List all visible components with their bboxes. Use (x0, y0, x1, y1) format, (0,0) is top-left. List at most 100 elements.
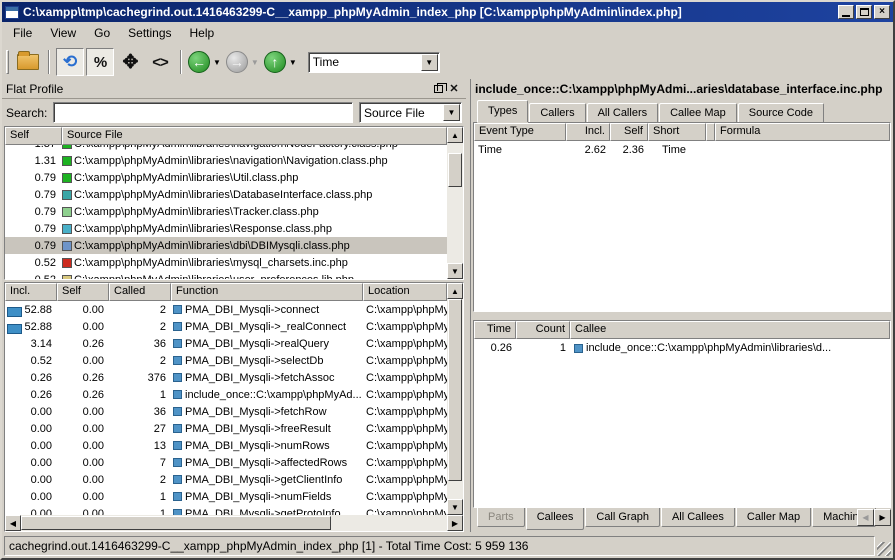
menu-settings[interactable]: Settings (119, 23, 180, 43)
self-cell: 0.00 (57, 491, 109, 503)
open-file-button[interactable] (14, 48, 42, 76)
called-cell: 13 (109, 440, 171, 452)
function-row[interactable]: 0.000.002PMA_DBI_Mysqli->getClientInfoC:… (5, 471, 447, 488)
back-dropdown-arrow-icon[interactable]: ▼ (213, 58, 221, 67)
function-row[interactable]: 0.000.0027PMA_DBI_Mysqli->freeResultC:\x… (5, 420, 447, 437)
scroll-up-icon[interactable]: ▲ (447, 127, 463, 143)
relative-to-parent-button[interactable]: ✥ (116, 48, 144, 76)
function-icon (173, 424, 182, 433)
scrollbar-thumb[interactable] (448, 299, 462, 481)
tab-all-callees[interactable]: All Callees (661, 508, 735, 527)
callee-row[interactable]: 0.26 1 include_once::C:\xampp\phpMyAdmin… (474, 339, 890, 357)
function-table-hscrollbar[interactable]: ◀ ▶ (5, 515, 463, 531)
function-row[interactable]: 0.000.001PMA_DBI_Mysqli->getProtoInfoC:\… (5, 505, 447, 515)
tab-caller-map[interactable]: Caller Map (736, 508, 811, 527)
toolbar-handle[interactable] (6, 50, 9, 74)
column-header-called[interactable]: Called (109, 283, 171, 301)
up-button[interactable]: ↑ (264, 51, 286, 73)
source-file-row[interactable]: 0.52C:\xampp\phpMyAdmin\libraries\mysql_… (5, 254, 447, 271)
scrollbar-track[interactable] (447, 187, 463, 263)
column-header-incl[interactable]: Incl. (566, 123, 610, 141)
function-row[interactable]: 3.140.2636PMA_DBI_Mysqli->realQueryC:\xa… (5, 335, 447, 352)
source-file-row[interactable]: 0.79C:\xampp\phpMyAdmin\libraries\Tracke… (5, 203, 447, 220)
column-header-callee[interactable]: Callee (570, 321, 890, 339)
chevron-down-icon[interactable]: ▼ (421, 54, 438, 71)
file-path: C:\xampp\phpMyAdmin\libraries\Tracker.cl… (74, 206, 319, 218)
source-file-row[interactable]: 1.37C:\xampp\phpMyAdmin\libraries\naviga… (5, 145, 447, 152)
function-row[interactable]: 0.000.007PMA_DBI_Mysqli->affectedRowsC:\… (5, 454, 447, 471)
column-header-function[interactable]: Function (171, 283, 363, 301)
minimize-button[interactable] (838, 5, 854, 19)
scrollbar-thumb[interactable] (448, 153, 462, 187)
function-row[interactable]: 0.000.0013PMA_DBI_Mysqli->numRowsC:\xamp… (5, 437, 447, 454)
function-table-vscrollbar[interactable]: ▲ ▼ (447, 283, 463, 515)
source-file-row[interactable]: 0.79C:\xampp\phpMyAdmin\libraries\Respon… (5, 220, 447, 237)
source-file-row[interactable]: 0.79C:\xampp\phpMyAdmin\libraries\Util.c… (5, 169, 447, 186)
back-button[interactable]: ← (188, 51, 210, 73)
tab-call-graph[interactable]: Call Graph (585, 508, 660, 527)
column-header-self[interactable]: Self (610, 123, 648, 141)
function-row[interactable]: 0.260.26376PMA_DBI_Mysqli->fetchAssocC:\… (5, 369, 447, 386)
function-row[interactable]: 52.880.002PMA_DBI_Mysqli->connectC:\xamp… (5, 301, 447, 318)
column-header-location[interactable]: Location (363, 283, 447, 301)
column-header-self[interactable]: Self (5, 127, 62, 145)
scrollbar-thumb[interactable] (21, 516, 331, 530)
function-row[interactable]: 0.520.002PMA_DBI_Mysqli->selectDbC:\xamp… (5, 352, 447, 369)
function-row[interactable]: 52.880.002PMA_DBI_Mysqli->_realConnectC:… (5, 318, 447, 335)
types-table-row[interactable]: Time 2.62 2.36 Time (474, 141, 890, 159)
column-header-formula[interactable]: Formula (715, 123, 890, 141)
maximize-button[interactable] (856, 5, 872, 19)
resize-grip-icon[interactable] (877, 542, 891, 556)
cycle-detection-button[interactable]: <> (146, 48, 174, 76)
tab-callee-map[interactable]: Callee Map (659, 103, 737, 122)
relative-percent-button[interactable]: % (86, 48, 114, 76)
scroll-down-icon[interactable]: ▼ (447, 499, 463, 515)
scroll-up-icon[interactable]: ▲ (447, 283, 463, 299)
search-input[interactable] (53, 102, 353, 123)
menu-go[interactable]: Go (85, 23, 119, 43)
menu-view[interactable]: View (41, 23, 85, 43)
self-cost-cell: 0.52 (5, 257, 62, 269)
count-cell: 1 (516, 342, 570, 354)
scrollbar-track[interactable] (331, 515, 447, 531)
group-by-select[interactable]: Source File ▼ (359, 102, 462, 123)
function-row[interactable]: 0.000.001PMA_DBI_Mysqli->numFieldsC:\xam… (5, 488, 447, 505)
file-table-vscrollbar[interactable]: ▲ ▼ (447, 127, 463, 279)
called-cell: 36 (109, 338, 171, 350)
function-icon (173, 458, 182, 467)
scroll-down-icon[interactable]: ▼ (447, 263, 463, 279)
column-header-short[interactable]: Short (648, 123, 706, 141)
tab-source-code[interactable]: Source Code (738, 103, 824, 122)
source-file-row[interactable]: 0.79C:\xampp\phpMyAdmin\libraries\Databa… (5, 186, 447, 203)
close-panel-button[interactable]: ✕ (446, 82, 462, 96)
tab-types[interactable]: Types (477, 100, 528, 122)
column-header-empty[interactable] (706, 123, 715, 141)
column-header-incl[interactable]: Incl. (5, 283, 57, 301)
scroll-left-icon[interactable]: ◀ (5, 515, 21, 531)
reload-button[interactable]: ⟲ (56, 48, 84, 76)
column-header-time[interactable]: Time (474, 321, 516, 339)
source-file-row[interactable]: 0.79C:\xampp\phpMyAdmin\libraries\dbi\DB… (5, 237, 447, 254)
float-panel-button[interactable] (430, 82, 446, 96)
tab-all-callers[interactable]: All Callers (587, 103, 659, 122)
close-button[interactable]: × (874, 5, 890, 19)
called-cell: 376 (109, 372, 171, 384)
menu-help[interactable]: Help (181, 23, 224, 43)
column-header-source-file[interactable]: Source File (62, 127, 447, 145)
column-header-count[interactable]: Count (516, 321, 570, 339)
tab-callers[interactable]: Callers (529, 103, 585, 122)
event-type-select[interactable]: Time ▼ (308, 52, 440, 73)
chevron-down-icon[interactable]: ▼ (443, 104, 460, 121)
scroll-right-icon[interactable]: ▶ (447, 515, 463, 531)
function-row[interactable]: 0.260.261include_once::C:\xampp\phpMyAd.… (5, 386, 447, 403)
tab-scroll-right-icon[interactable]: ▶ (874, 509, 891, 526)
source-file-row[interactable]: 1.31C:\xampp\phpMyAdmin\libraries\naviga… (5, 152, 447, 169)
menu-file[interactable]: File (4, 23, 41, 43)
column-header-self[interactable]: Self (57, 283, 109, 301)
up-dropdown-arrow-icon[interactable]: ▼ (289, 58, 297, 67)
column-header-event-type[interactable]: Event Type (474, 123, 566, 141)
self-cell: 0.00 (57, 440, 109, 452)
tab-callees[interactable]: Callees (526, 508, 585, 530)
source-file-row[interactable]: 0.52C:\xampp\phpMyAdmin\libraries\user_p… (5, 271, 447, 279)
function-row[interactable]: 0.000.0036PMA_DBI_Mysqli->fetchRowC:\xam… (5, 403, 447, 420)
